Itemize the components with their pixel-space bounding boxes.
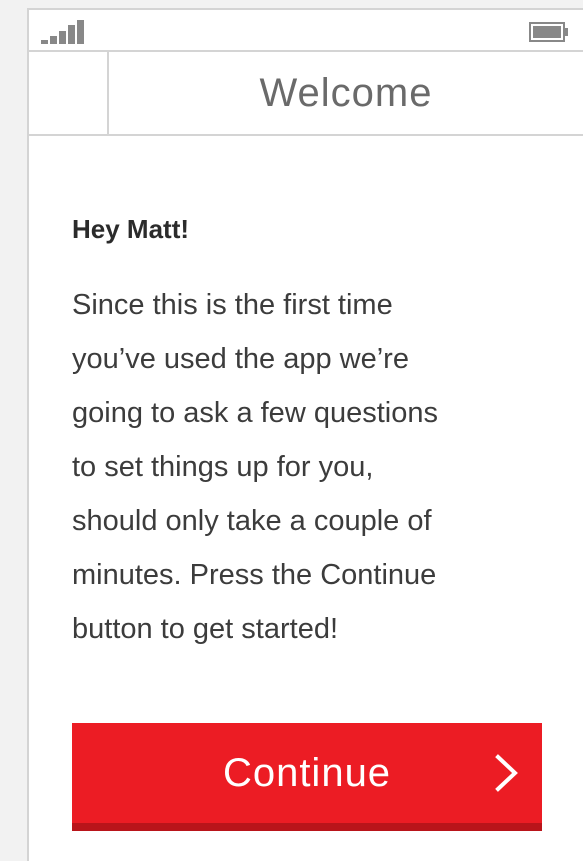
intro-line: going to ask a few questions — [72, 397, 438, 429]
page-title: Welcome — [259, 70, 433, 115]
intro-text: Since this is the first time you’ve used… — [72, 278, 532, 656]
intro-line: Since this is the first time — [72, 289, 393, 321]
nav-left-slot — [29, 52, 109, 134]
intro-line: button to get started! — [72, 613, 339, 645]
phone-frame: Welcome Hey Matt! Since this is the firs… — [27, 8, 583, 861]
intro-line: should only take a couple of — [72, 505, 432, 537]
greeting-heading: Hey Matt! — [72, 214, 190, 244]
continue-button-label: Continue — [222, 750, 392, 795]
navigation-bar: Welcome — [29, 52, 583, 136]
welcome-content: Hey Matt! Since this is the first time y… — [72, 136, 552, 656]
continue-button[interactable]: Continue — [72, 723, 542, 831]
intro-line: minutes. Press the Continue — [72, 559, 437, 591]
chevron-right-icon — [495, 754, 518, 792]
intro-line: to set things up for you, — [72, 451, 374, 483]
battery-icon — [529, 22, 568, 42]
signal-strength-icon — [41, 20, 84, 44]
status-bar — [29, 10, 583, 52]
intro-line: you’ve used the app we’re — [72, 343, 409, 375]
